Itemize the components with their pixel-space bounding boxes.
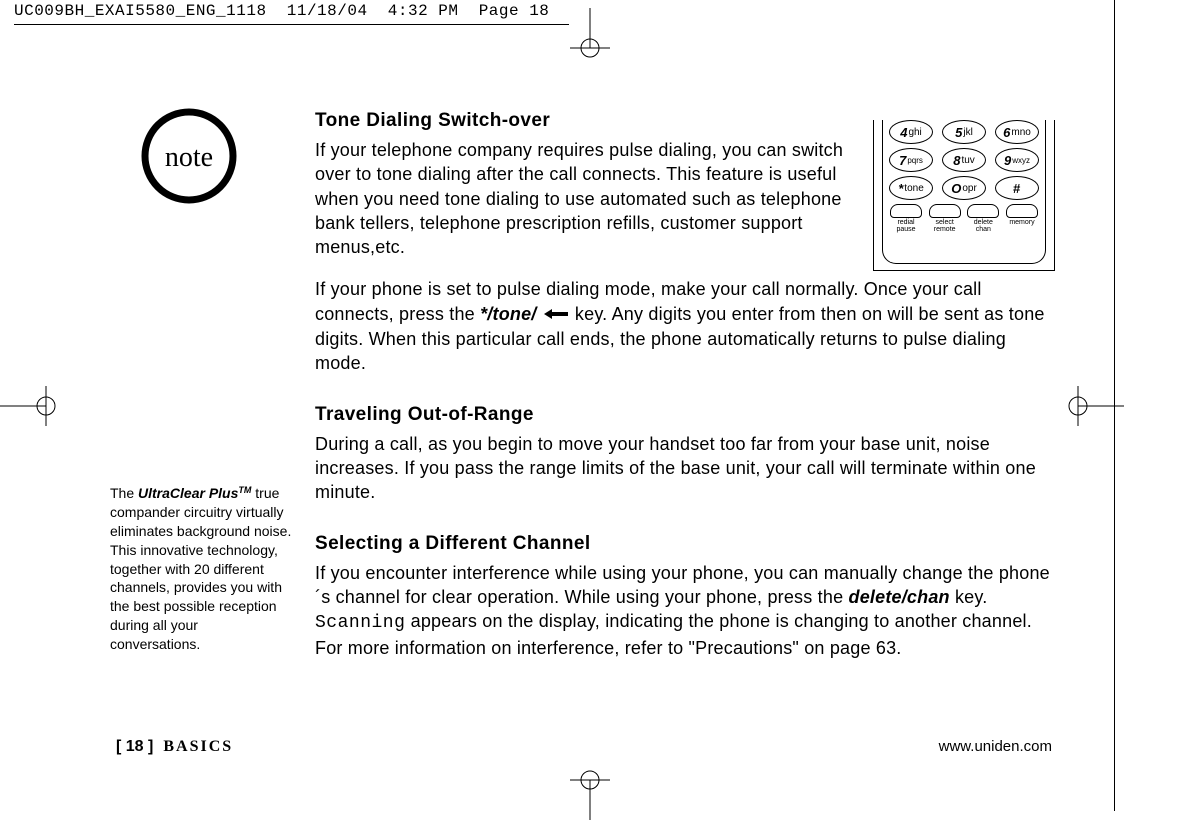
side-note-brand: UltraClear PlusTM xyxy=(138,485,251,501)
heading-out-of-range: Traveling Out-of-Range xyxy=(315,404,1055,426)
section-name: BASICS xyxy=(163,738,233,755)
svg-text:note: note xyxy=(165,142,213,173)
registration-mark-right xyxy=(1068,386,1124,426)
heading-select-channel: Selecting a Different Channel xyxy=(315,533,1055,555)
para-range-1: During a call, as you begin to move your… xyxy=(315,432,1055,505)
note-badge-icon: note xyxy=(141,108,237,204)
registration-mark-bottom xyxy=(570,770,610,820)
side-note: The UltraClear PlusTM true compander cir… xyxy=(110,484,292,654)
display-text-scanning: Scanning xyxy=(315,613,405,633)
registration-mark-top xyxy=(570,8,610,58)
registration-mark-left xyxy=(0,386,56,426)
para-channel-1: If you encounter interference while usin… xyxy=(315,561,1055,660)
print-job-header: UC009BH_EXAI5580_ENG_1118 11/18/04 4:32 … xyxy=(14,2,569,25)
para-tone-2: If your phone is set to pulse dialing mo… xyxy=(315,277,1055,375)
para-tone-1: If your telephone company requires pulse… xyxy=(315,138,850,259)
key-label-delete-chan: delete/chan xyxy=(849,587,950,607)
page-number: [ 18 ] xyxy=(116,738,153,755)
footer-url: www.uniden.com xyxy=(939,738,1052,755)
side-note-body: true compander circuitry virtually elimi… xyxy=(110,485,291,652)
back-arrow-icon xyxy=(542,303,570,327)
heading-tone-dialing: Tone Dialing Switch-over xyxy=(315,110,1055,132)
footer-page-section: [ 18 ] BASICS xyxy=(116,738,233,756)
key-label-tone: */tone/ xyxy=(480,304,536,324)
side-note-prefix: The xyxy=(110,485,138,501)
